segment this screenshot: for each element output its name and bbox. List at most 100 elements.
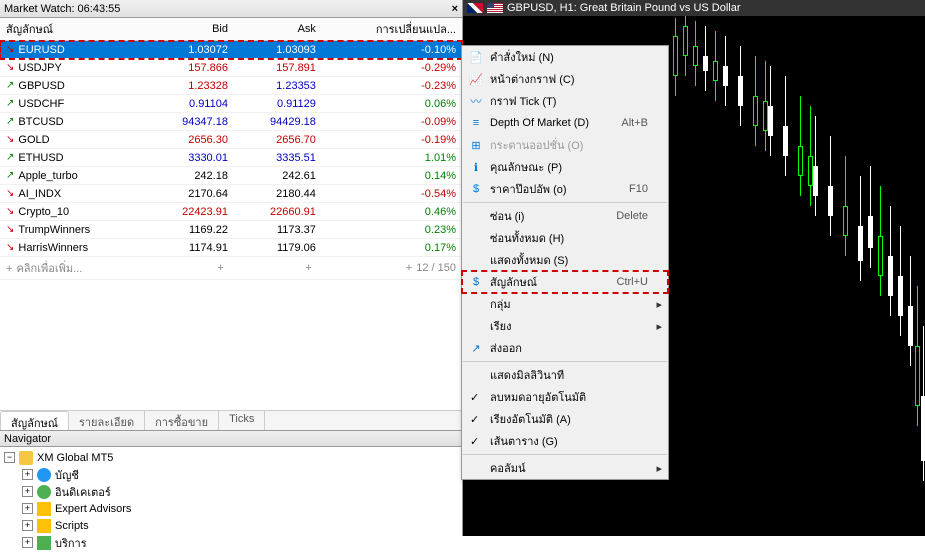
change-cell: -0.10% xyxy=(322,41,462,59)
ask-cell: 3335.51 xyxy=(234,149,322,167)
menu-item-label: กระดานออปชั่น (O) xyxy=(490,136,583,154)
menu-item[interactable]: 📄คำสั่งใหม่ (N) xyxy=(462,46,668,68)
menu-item[interactable]: ลบหมดอายุอัตโนมัติ xyxy=(462,386,668,408)
change-cell: 0.46% xyxy=(322,203,462,221)
expander-icon[interactable]: − xyxy=(4,452,15,463)
change-cell: 0.14% xyxy=(322,167,462,185)
bid-cell: 0.91104 xyxy=(146,95,234,113)
tick-icon: 〰 xyxy=(468,93,484,109)
table-row[interactable]: USDJPY157.866157.891-0.29% xyxy=(0,59,462,77)
tab-สัญลักษณ์[interactable]: สัญลักษณ์ xyxy=(0,411,69,431)
col-bid[interactable]: Bid xyxy=(146,18,234,41)
table-row[interactable]: TrumpWinners1169.221173.370.23% xyxy=(0,221,462,239)
table-row[interactable]: GOLD2656.302656.70-0.19% xyxy=(0,131,462,149)
menu-item[interactable]: 〰 กราฟ Tick (T) xyxy=(462,90,668,112)
menu-item[interactable]: เส้นตาราง (G) xyxy=(462,430,668,452)
table-header-row: สัญลักษณ์ Bid Ask การเปลี่ยนแปล... xyxy=(0,18,462,41)
flag-us-icon xyxy=(487,3,503,13)
tree-item[interactable]: +Scripts xyxy=(22,517,459,534)
tree-item-label: บริการ xyxy=(55,534,87,552)
tree-item[interactable]: + บริการ xyxy=(22,534,459,551)
menu-item[interactable]: ซ่อน (i)Delete xyxy=(462,205,668,227)
menu-item[interactable]: เรียง xyxy=(462,315,668,337)
menu-item[interactable]: ซ่อนทั้งหมด (H) xyxy=(462,227,668,249)
script-icon xyxy=(37,519,51,533)
table-row[interactable]: EURUSD1.030721.03093-0.10% xyxy=(0,41,462,59)
menu-item[interactable]: ≡Depth Of Market (D)Alt+B xyxy=(462,112,668,134)
menu-item-label: ลบหมดอายุอัตโนมัติ xyxy=(490,388,586,406)
col-symbol[interactable]: สัญลักษณ์ xyxy=(0,18,146,41)
arrow-down-icon: EURUSD xyxy=(6,44,140,56)
tree-item-label: บัญชี xyxy=(55,466,79,484)
ask-cell: 2656.70 xyxy=(234,131,322,149)
book-icon xyxy=(37,536,51,550)
menu-item[interactable]: แสดงทั้งหมด (S) xyxy=(462,249,668,271)
symbol-cell: HarrisWinners xyxy=(0,239,146,257)
menu-shortcut: F10 xyxy=(629,183,648,195)
change-cell: 0.17% xyxy=(322,239,462,257)
change-cell: 1.01% xyxy=(322,149,462,167)
col-ask[interactable]: Ask xyxy=(234,18,322,41)
tree-item[interactable]: +อินดิเคเตอร์ xyxy=(22,483,459,500)
green-icon xyxy=(37,485,51,499)
ask-cell: 94429.18 xyxy=(234,113,322,131)
add-symbol-label: คลิกเพื่อเพิ่ม... xyxy=(0,257,146,280)
bid-cell: 94347.18 xyxy=(146,113,234,131)
add-symbol-row[interactable]: คลิกเพื่อเพิ่ม...12 / 150 xyxy=(0,257,462,280)
menu-item[interactable]: ↗ส่งออก xyxy=(462,337,668,359)
menu-item[interactable]: กลุ่ม xyxy=(462,293,668,315)
table-row[interactable]: BTCUSD 94347.1894429.18-0.09% xyxy=(0,113,462,131)
menu-item-label: กราฟ Tick (T) xyxy=(490,92,556,110)
ask-cell: 1179.06 xyxy=(234,239,322,257)
table-row[interactable]: Crypto_1022423.9122660.910.46% xyxy=(0,203,462,221)
table-row[interactable]: Apple_turbo242.18242.610.14% xyxy=(0,167,462,185)
expander-icon[interactable]: + xyxy=(22,469,33,480)
expander-icon[interactable]: + xyxy=(22,520,33,531)
menu-item-label: เส้นตาราง (G) xyxy=(490,432,558,450)
tree-item[interactable]: + บัญชี xyxy=(22,466,459,483)
expander-icon[interactable]: + xyxy=(22,486,33,497)
table-row[interactable]: USDCHF0.911040.911290.06% xyxy=(0,95,462,113)
bid-cell: 22423.91 xyxy=(146,203,234,221)
menu-item[interactable]: เรียงอัตโนมัติ (A) xyxy=(462,408,668,430)
table-row[interactable]: AI_INDX2170.642180.44-0.54% xyxy=(0,185,462,203)
popup-icon: $ xyxy=(468,181,484,197)
context-menu: 📄คำสั่งใหม่ (N) 📈 หน้าต่างกราฟ (C) 〰 กราฟ Ti… xyxy=(461,45,669,480)
market-watch-table: สัญลักษณ์ Bid Ask การเปลี่ยนแปล... EURUS… xyxy=(0,18,462,280)
menu-item[interactable]: 📈 หน้าต่างกราฟ (C) xyxy=(462,68,668,90)
ask-cell: 22660.91 xyxy=(234,203,322,221)
bid-cell: 157.866 xyxy=(146,59,234,77)
chart-title: GBPUSD, H1: Great Britain Pound vs US Do… xyxy=(507,2,741,14)
tree-item-label: Expert Advisors xyxy=(55,503,131,515)
symbol-icon: $ xyxy=(468,274,484,290)
tree-item[interactable]: + Expert Advisors xyxy=(22,500,459,517)
menu-item-label: แสดงทั้งหมด (S) xyxy=(490,251,568,269)
col-change[interactable]: การเปลี่ยนแปล... xyxy=(322,18,462,41)
change-cell: -0.29% xyxy=(322,59,462,77)
tab-รายละเอียด[interactable]: รายละเอียด xyxy=(69,411,145,430)
table-row[interactable]: HarrisWinners1174.911179.060.17% xyxy=(0,239,462,257)
change-cell: -0.09% xyxy=(322,113,462,131)
ask-cell: 1.03093 xyxy=(234,41,322,59)
chart-icon: 📈 xyxy=(468,71,484,87)
symbol-cell: USDCHF xyxy=(0,95,146,113)
menu-item[interactable]: แสดงมิลลิวินาที xyxy=(462,364,668,386)
table-row[interactable]: GBPUSD1.233281.23353-0.23% xyxy=(0,77,462,95)
expander-icon[interactable]: + xyxy=(22,537,33,548)
menu-item[interactable]: $ ราคาป๊อปอัพ (o) F10 xyxy=(462,178,668,200)
tree-root[interactable]: − XM Global MT5 xyxy=(4,449,459,466)
menu-item[interactable]: $สัญลักษณ์Ctrl+U xyxy=(462,271,668,293)
close-icon[interactable]: × xyxy=(452,0,458,17)
menu-item[interactable]: ℹคุณลักษณะ (P) xyxy=(462,156,668,178)
table-row[interactable]: ETHUSD3330.013335.511.01% xyxy=(0,149,462,167)
tab-Ticks[interactable]: Ticks xyxy=(219,411,265,430)
menu-item-label: ราคาป๊อปอัพ (o) xyxy=(490,180,567,198)
menu-item-label: หน้าต่างกราฟ (C) xyxy=(490,70,575,88)
arrow-up-icon: BTCUSD xyxy=(6,116,140,128)
menu-item[interactable]: คอลัมน์ xyxy=(462,457,668,479)
menu-item-label: คำสั่งใหม่ (N) xyxy=(490,48,554,66)
navigator-title: Navigator xyxy=(0,431,463,447)
change-cell: -0.23% xyxy=(322,77,462,95)
expander-icon[interactable]: + xyxy=(22,503,33,514)
tab-การซื้อขาย[interactable]: การซื้อขาย xyxy=(145,411,219,430)
